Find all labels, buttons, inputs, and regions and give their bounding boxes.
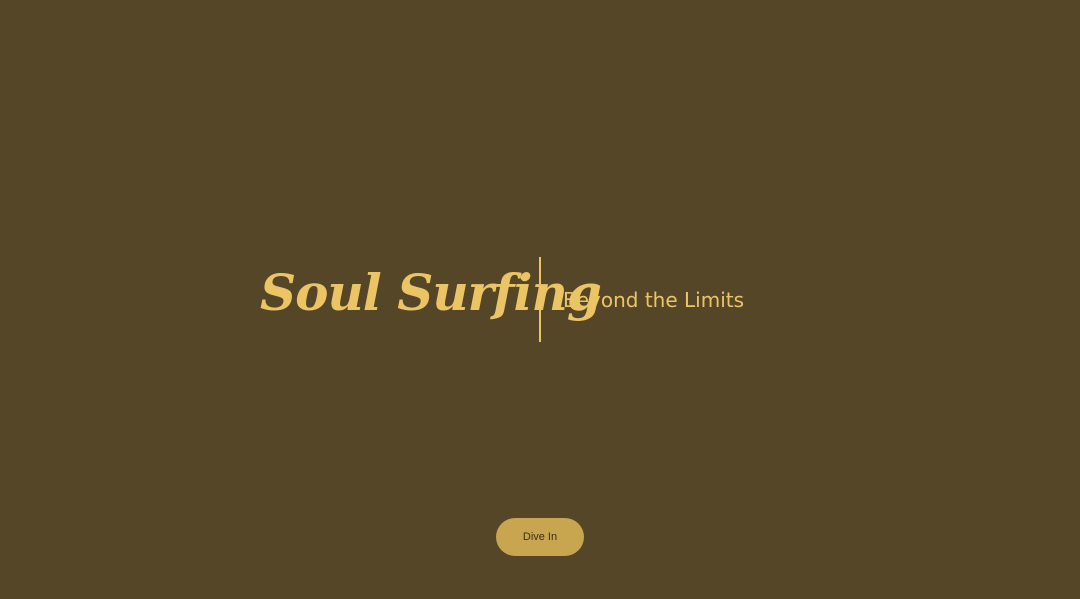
hero-tagline: Beyond the Limits [563,288,745,312]
dive-in-button[interactable]: Dive In [496,518,584,556]
hero-divider [539,257,541,342]
hero-title: Soul Surfing [260,263,602,322]
landing-page: Soul Surfing Beyond the Limits Dive In [0,0,1080,599]
